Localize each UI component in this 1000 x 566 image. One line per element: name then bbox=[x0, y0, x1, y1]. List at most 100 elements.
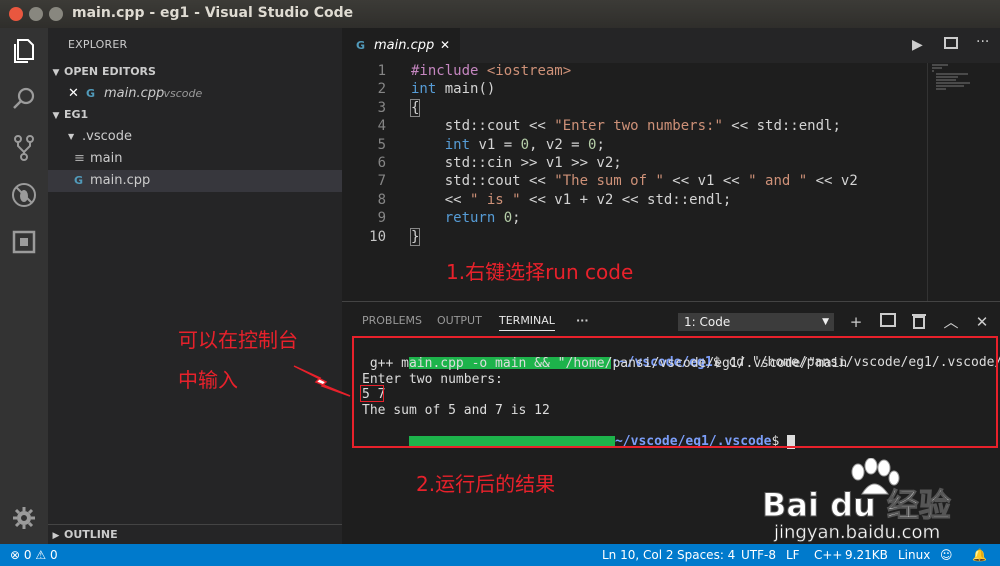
code-token: std::cout << bbox=[411, 173, 555, 189]
encoding[interactable]: UTF-8 bbox=[741, 544, 776, 566]
explorer-sidebar: EXPLORER ▼ OPEN EDITORS ✕ G main.cpp .vsc… bbox=[48, 28, 342, 544]
status-bar: ⊗ 0 ⚠ 0 Ln 10, Col 2 Spaces: 4 UTF-8 LF … bbox=[0, 544, 1000, 566]
source-control-icon[interactable] bbox=[10, 134, 38, 162]
maximize-window-button[interactable] bbox=[49, 7, 63, 21]
cpp-file-icon: G bbox=[86, 87, 96, 100]
lightning-arrow-icon bbox=[293, 365, 351, 397]
error-count: 0 bbox=[23, 548, 32, 562]
line-number: 1 bbox=[377, 63, 386, 79]
tab-problems[interactable]: PROBLEMS bbox=[362, 314, 422, 327]
close-icon[interactable]: ✕ bbox=[973, 313, 991, 331]
code-line-5: int v1 = 0, v2 = 0; bbox=[411, 137, 605, 153]
close-icon[interactable]: ✕ bbox=[440, 28, 450, 63]
open-editor-item[interactable]: ✕ G main.cpp .vscode bbox=[48, 83, 342, 105]
tree-item-main-cpp[interactable]: G main.cpp bbox=[48, 170, 342, 192]
code-token: , v2 = bbox=[529, 137, 589, 153]
tab-output[interactable]: OUTPUT bbox=[437, 314, 482, 327]
maximize-panel-icon[interactable]: ︿ bbox=[942, 313, 960, 331]
trash-icon[interactable] bbox=[910, 313, 928, 331]
line-number: 7 bbox=[377, 173, 386, 189]
activity-bar bbox=[0, 28, 48, 544]
code-line-6: std::cin >> v1 >> v2; bbox=[411, 155, 622, 171]
error-icon: ⊗ bbox=[10, 548, 21, 562]
code-token: 0 bbox=[495, 210, 513, 226]
line-number: 2 bbox=[377, 81, 386, 97]
tree-item-vscode-folder[interactable]: ▼ .vscode bbox=[48, 126, 342, 148]
annotation-result: 2.运行后的结果 bbox=[416, 472, 556, 496]
line-number: 5 bbox=[377, 137, 386, 153]
more-actions-icon[interactable]: ··· bbox=[576, 314, 589, 327]
tree-item-main[interactable]: ≡ main bbox=[48, 148, 342, 170]
line-number: 4 bbox=[377, 118, 386, 134]
debug-icon[interactable] bbox=[10, 182, 38, 210]
close-icon[interactable]: ✕ bbox=[68, 83, 79, 105]
code-token: v1 = bbox=[470, 137, 521, 153]
open-editors-section[interactable]: ▼ OPEN EDITORS bbox=[48, 62, 342, 82]
terminal-highlight-box bbox=[352, 336, 998, 448]
settings-gear-icon[interactable] bbox=[10, 506, 38, 534]
code-line-4: std::cout << "Enter two numbers:" << std… bbox=[411, 118, 841, 134]
code-token: " and " bbox=[748, 173, 808, 189]
open-editor-name: main.cpp bbox=[104, 86, 165, 101]
smiley-feedback-icon[interactable]: ☺ bbox=[940, 544, 953, 566]
code-token: std::cout << bbox=[411, 118, 555, 134]
indentation[interactable]: Spaces: 4 bbox=[677, 544, 735, 566]
line-ending[interactable]: LF bbox=[786, 544, 800, 566]
bell-icon[interactable]: 🔔 bbox=[972, 544, 987, 566]
line-number: 6 bbox=[377, 155, 386, 171]
code-line-10: } bbox=[409, 228, 421, 246]
code-token: 0 bbox=[520, 137, 530, 153]
more-actions-icon[interactable]: ··· bbox=[976, 34, 989, 50]
minimap[interactable] bbox=[927, 63, 988, 301]
extensions-icon[interactable] bbox=[10, 230, 38, 258]
tab-terminal[interactable]: TERMINAL bbox=[499, 314, 555, 331]
code-line-3: { bbox=[409, 99, 421, 117]
warning-icon: ⚠ bbox=[35, 548, 47, 562]
code-line-8: << " is " << v1 + v2 << std::endl; bbox=[411, 192, 732, 208]
run-play-icon[interactable]: ▶ bbox=[912, 37, 923, 53]
split-editor-icon[interactable] bbox=[944, 37, 958, 49]
code-token: int bbox=[411, 81, 437, 97]
chevron-down-icon: ▼ bbox=[68, 132, 75, 141]
close-window-button[interactable] bbox=[9, 7, 23, 21]
outline-section[interactable]: ▶ OUTLINE bbox=[48, 524, 342, 545]
code-token: "The sum of " bbox=[554, 173, 664, 189]
cursor-position[interactable]: Ln 10, Col 2 bbox=[602, 544, 674, 566]
errors-indicator[interactable]: ⊗ 0 ⚠ 0 bbox=[10, 544, 58, 566]
cpp-file-icon: G bbox=[74, 174, 84, 187]
input-highlight-box bbox=[360, 385, 384, 402]
eg1-folder-section[interactable]: ▼ EG1 bbox=[48, 105, 342, 125]
plus-icon[interactable]: + bbox=[847, 313, 865, 331]
file-size: 9.21KB bbox=[845, 548, 888, 562]
language-mode[interactable]: C++ bbox=[814, 544, 843, 566]
files-icon[interactable] bbox=[10, 38, 38, 66]
code-token: main() bbox=[436, 81, 496, 97]
code-token: << v1 << bbox=[663, 173, 749, 189]
baidu-watermark: Bai du 经验 jingyan.baidu.com bbox=[760, 458, 996, 544]
title-bar: main.cpp - eg1 - Visual Studio Code bbox=[0, 0, 1000, 28]
split-terminal-icon[interactable] bbox=[879, 313, 897, 331]
terminal-select[interactable]: 1: Code ▼ bbox=[678, 313, 834, 331]
code-token: #include bbox=[411, 63, 479, 79]
chevron-right-icon: ▶ bbox=[52, 531, 60, 541]
minimize-window-button[interactable] bbox=[29, 7, 43, 21]
code-token: ; bbox=[512, 210, 521, 226]
code-token: ; bbox=[596, 137, 605, 153]
code-token: return bbox=[411, 210, 496, 226]
tree-item-label: .vscode bbox=[82, 129, 132, 144]
code-token: << v1 + v2 << std::endl; bbox=[520, 192, 732, 208]
outline-label: OUTLINE bbox=[64, 528, 118, 541]
cpp-file-icon: G bbox=[356, 39, 366, 52]
tab-main-cpp[interactable]: G main.cpp ✕ bbox=[342, 28, 460, 63]
folder-label: EG1 bbox=[64, 108, 89, 121]
open-editor-path: .vscode bbox=[160, 87, 203, 100]
baidu-url: jingyan.baidu.com bbox=[774, 522, 941, 544]
file-lines-icon: ≡ bbox=[74, 151, 85, 166]
annotation-right-click: 1.右键选择run code bbox=[446, 260, 634, 284]
line-number-current: 10 bbox=[369, 229, 386, 245]
code-token: <iostream> bbox=[486, 63, 572, 79]
tree-item-label: main bbox=[90, 151, 123, 166]
code-editor[interactable]: 1 2 3 4 5 6 7 8 9 10 #include <iostream>… bbox=[342, 63, 1000, 301]
search-icon[interactable] bbox=[10, 86, 38, 114]
code-line-9: return 0; bbox=[411, 210, 521, 226]
